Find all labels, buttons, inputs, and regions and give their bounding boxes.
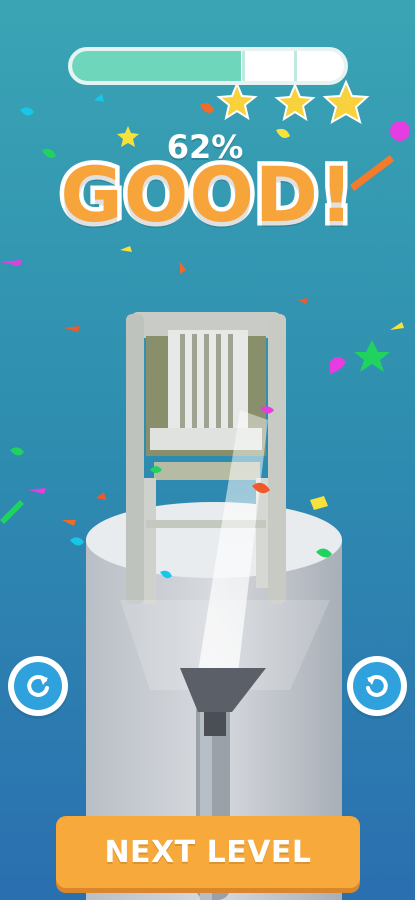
rotate-right-button[interactable] — [347, 656, 407, 716]
star-icon — [322, 79, 370, 125]
star-icon — [274, 82, 316, 122]
progress-fill — [72, 51, 241, 81]
rotate-left-icon — [14, 662, 62, 710]
progress-bar — [68, 47, 348, 85]
next-level-label: NEXT LEVEL — [104, 834, 312, 870]
rating-label: GOOD! — [56, 146, 358, 244]
progress-marker — [242, 51, 245, 81]
star-icon — [117, 126, 139, 147]
next-level-button[interactable]: NEXT LEVEL — [56, 816, 360, 888]
rotate-right-icon — [353, 662, 401, 710]
progress-marker — [294, 51, 297, 81]
star-icon — [216, 81, 258, 121]
rotate-left-button[interactable] — [8, 656, 68, 716]
